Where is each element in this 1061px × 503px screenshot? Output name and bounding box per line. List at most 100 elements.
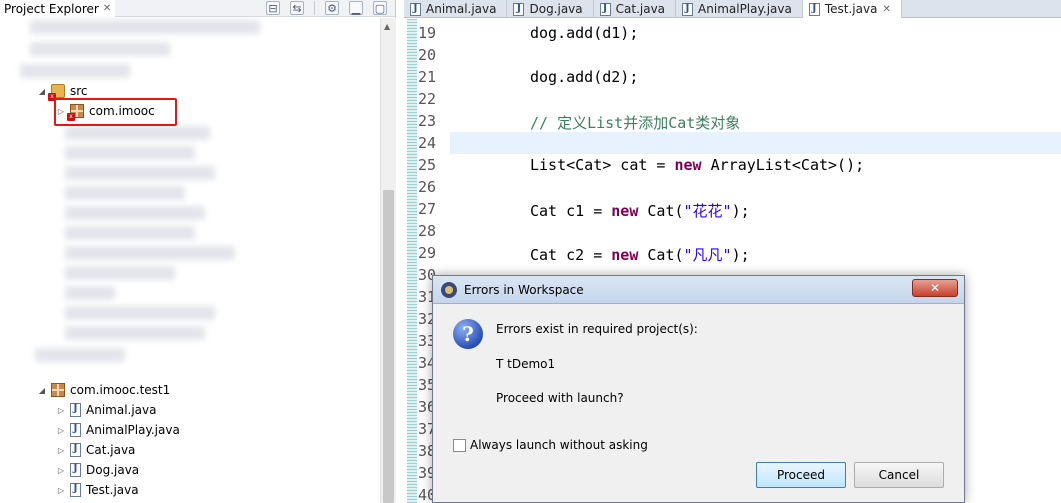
line-number: 29 — [418, 244, 437, 262]
dialog-question: Proceed with launch? — [496, 391, 624, 405]
line-number: 25 — [418, 156, 437, 174]
code-line: Cat c2 = new Cat("凡凡"); — [530, 244, 750, 265]
explorer-scrollbar[interactable]: ▲ — [380, 18, 396, 503]
tab-label: Dog.java — [529, 2, 583, 16]
code-text: ); — [731, 246, 750, 264]
minimize-icon[interactable]: ▁ — [349, 1, 363, 15]
tree-item-label: Cat.java — [86, 443, 136, 457]
collapse-icon[interactable]: ▷ — [55, 426, 67, 435]
java-file-icon — [410, 2, 421, 16]
code-line: Cat c1 = new Cat("花花"); — [530, 200, 750, 221]
maximize-icon[interactable]: ▢ — [373, 1, 387, 15]
code-keyword: new — [674, 156, 702, 174]
editor-tabbar: Animal.java Dog.java Cat.java AnimalPlay… — [404, 0, 1061, 18]
dialog-project-name: T tDemo1 — [496, 357, 556, 371]
code-line: dog.add(d1); — [530, 24, 639, 42]
tab-label: Animal.java — [426, 2, 497, 16]
expand-icon[interactable]: ◢ — [36, 386, 48, 395]
scrollbar-thumb[interactable] — [383, 190, 394, 503]
tab-test-java[interactable]: Test.java ✕ — [802, 0, 902, 18]
redacted-row — [65, 306, 215, 320]
close-icon[interactable]: ✕ — [103, 3, 111, 14]
code-comment: // 定义List并添加Cat类对象 — [530, 114, 741, 132]
java-file-icon — [70, 443, 81, 457]
tab-animal-java[interactable]: Animal.java — [404, 0, 508, 18]
explorer-tab[interactable]: Project Explorer ✕ — [0, 0, 116, 17]
tree-item-label: AnimalPlay.java — [86, 423, 180, 437]
code-text: Cat c2 = — [530, 246, 612, 264]
java-file-icon — [70, 403, 81, 417]
redacted-row — [65, 246, 235, 260]
tree-item-label: src — [70, 84, 88, 98]
tree-item-package-test1[interactable]: ◢ com.imooc.test1 — [36, 380, 170, 400]
explorer-toolbar: ⊟ ⇆ ⚙ ▁ ▢ — [266, 1, 387, 15]
line-number: 27 — [418, 200, 437, 218]
code-text: Cat( — [638, 202, 684, 220]
code-text: ); — [731, 202, 750, 220]
redacted-row — [30, 20, 260, 34]
redacted-row — [65, 146, 195, 160]
always-launch-option[interactable]: Always launch without asking — [453, 438, 648, 452]
eclipse-icon — [441, 281, 457, 298]
tree-item-label: com.imooc.test1 — [70, 383, 171, 397]
tree-item-file[interactable]: ▷ AnimalPlay.java — [55, 420, 180, 440]
collapse-icon[interactable]: ▷ — [55, 446, 67, 455]
link-with-editor-icon[interactable]: ⇆ — [290, 1, 304, 15]
tab-label: Cat.java — [615, 2, 666, 16]
tree-item-label: Test.java — [86, 483, 139, 497]
always-launch-checkbox[interactable] — [453, 438, 466, 452]
code-text: Cat( — [638, 246, 684, 264]
code-text: ArrayList<Cat>(); — [701, 156, 865, 174]
tab-label: AnimalPlay.java — [698, 2, 792, 16]
line-number: 20 — [418, 46, 437, 64]
close-icon[interactable]: ✕ — [912, 279, 958, 297]
redacted-row — [65, 286, 115, 300]
tree-item-file[interactable]: ▷ Dog.java — [55, 460, 139, 480]
collapse-icon[interactable]: ▷ — [55, 406, 67, 415]
question-icon: ? — [453, 319, 483, 349]
scroll-up-icon[interactable]: ▲ — [384, 22, 390, 31]
tree-item-label: Dog.java — [86, 463, 140, 477]
redacted-row — [20, 64, 130, 78]
package-icon — [51, 383, 65, 397]
line-number: 19 — [418, 24, 437, 42]
cancel-button[interactable]: Cancel — [854, 462, 944, 488]
toolbar-separator — [314, 1, 315, 15]
java-file-icon — [513, 2, 525, 16]
tab-animalplay-java[interactable]: AnimalPlay.java — [676, 0, 803, 18]
java-file-icon — [808, 2, 820, 16]
collapse-icon[interactable]: ▷ — [55, 466, 67, 475]
tree-item-label: Animal.java — [86, 403, 157, 417]
redacted-row — [65, 326, 205, 340]
redacted-row — [65, 266, 175, 280]
errors-in-workspace-dialog: Errors in Workspace ✕ ? Errors exist in … — [432, 275, 965, 503]
java-file-icon — [682, 2, 694, 16]
redacted-row — [35, 348, 125, 362]
redacted-row — [30, 42, 170, 56]
line-number: 21 — [418, 68, 437, 86]
proceed-button[interactable]: Proceed — [756, 462, 846, 488]
line-number: 28 — [418, 222, 437, 240]
code-keyword: new — [611, 202, 639, 220]
tab-dog-java[interactable]: Dog.java — [507, 0, 594, 18]
close-icon[interactable]: ✕ — [882, 4, 890, 15]
dialog-titlebar[interactable]: Errors in Workspace ✕ — [433, 276, 964, 304]
redacted-row — [65, 226, 195, 240]
collapse-icon[interactable]: ▷ — [55, 486, 67, 495]
code-text: Cat c1 = — [530, 202, 612, 220]
code-line: dog.add(d2); — [530, 68, 639, 86]
line-number: 22 — [418, 90, 437, 108]
explorer-tab-label: Project Explorer — [4, 1, 99, 16]
code-string: "花花" — [683, 202, 732, 220]
collapse-all-icon[interactable]: ⊟ — [266, 1, 280, 15]
tree-item-file[interactable]: ▷ Cat.java — [55, 440, 135, 460]
redacted-row — [65, 206, 205, 220]
tree-item-file[interactable]: ▷ Test.java — [55, 480, 139, 500]
expand-icon[interactable]: ◢ — [36, 87, 48, 96]
redacted-row — [65, 186, 185, 200]
view-menu-icon[interactable]: ⚙ — [325, 1, 339, 15]
redacted-row — [65, 126, 210, 140]
tree-item-file[interactable]: ▷ Animal.java — [55, 400, 156, 420]
tab-cat-java[interactable]: Cat.java — [594, 0, 677, 18]
java-file-icon — [599, 2, 611, 16]
